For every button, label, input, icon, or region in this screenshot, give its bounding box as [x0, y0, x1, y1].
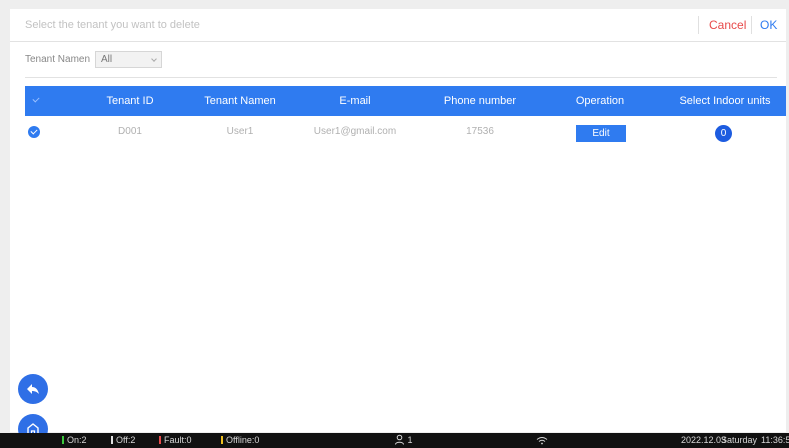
divider — [751, 16, 752, 34]
status-date: 2022.12.03 — [681, 435, 727, 445]
back-arrow-icon — [27, 384, 39, 394]
column-header-email: E-mail — [339, 95, 371, 107]
user-count: 1 — [394, 434, 413, 445]
table-row[interactable]: D001 User1 User1@gmail.com 17536 Edit 0 — [25, 116, 786, 148]
cancel-button[interactable]: Cancel — [709, 18, 746, 32]
cell-tenant-name: User1 — [226, 126, 254, 137]
user-icon — [395, 434, 404, 445]
column-header-tenant-id: Tenant ID — [106, 95, 154, 107]
divider — [698, 16, 699, 34]
column-header-operation: Operation — [575, 95, 625, 107]
status-weekday: Saturday — [721, 435, 758, 445]
select-all-check-icon[interactable] — [32, 95, 40, 103]
row-selected-check-icon[interactable] — [28, 126, 40, 138]
status-offline: Offline:0 — [221, 435, 259, 445]
delete-tenant-panel: Select the tenant you want to delete Can… — [10, 9, 786, 432]
status-time: 11:36:5 — [761, 435, 789, 445]
status-on: On:2 — [62, 435, 87, 445]
indoor-units-count-badge[interactable]: 0 — [715, 125, 732, 142]
status-fault: Fault:0 — [159, 435, 192, 445]
header-bar: Select the tenant you want to delete Can… — [10, 9, 786, 42]
tenant-name-filter-select[interactable]: All — [95, 51, 162, 68]
divider — [25, 77, 777, 78]
column-header-indoor-units: Select Indoor units — [679, 95, 771, 107]
table-header: Tenant ID Tenant Namen E-mail Phone numb… — [25, 86, 786, 116]
column-header-tenant-name: Tenant Namen — [204, 95, 276, 107]
edit-button[interactable]: Edit — [576, 125, 626, 142]
status-bar: On:2 Off:2 Fault:0 Offline:0 1 2022.12.0… — [0, 433, 789, 448]
status-off: Off:2 — [111, 435, 135, 445]
page-title: Select the tenant you want to delete — [25, 19, 200, 31]
wifi-icon — [536, 437, 548, 445]
cell-tenant-id: D001 — [118, 126, 142, 137]
filter-selected-value: All — [101, 54, 113, 65]
back-button[interactable] — [18, 374, 48, 404]
tenant-name-filter-label: Tenant Namen — [25, 54, 91, 65]
column-header-phone: Phone number — [443, 95, 517, 107]
ok-button[interactable]: OK — [760, 18, 777, 32]
cell-email: User1@gmail.com — [313, 126, 397, 137]
chevron-down-icon — [151, 56, 157, 62]
cell-phone: 17536 — [466, 126, 494, 137]
